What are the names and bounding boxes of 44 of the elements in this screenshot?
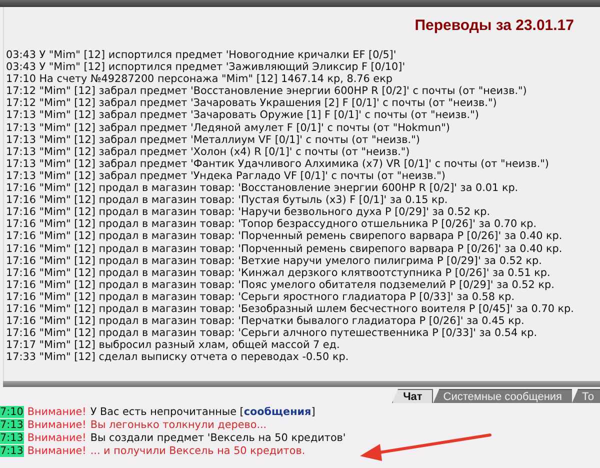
log-line: 17:16 "Mim" [12] продал в магазин товар: 'Пояс умелого обитателя подземелий P [0/29]' за 0.52 кр. [6,278,556,291]
log-line: 03:43 У "Mim" [12] испортился предмет 'Новогодние кричалки EF [0/5]' [6,49,398,62]
log-line: 17:13 "Mim" [12] забрал предмет 'Зачаровать Оружие [1] F [0/1]' с почты (от "неизв.") [6,109,480,122]
log-line: 17:16 "Mim" [12] продал в магазин товар: 'Порченный ремень свирепого варвара P [0/26]' за 0.40 кр. [6,230,564,242]
log-line: 17:10 На счету №49287200 персонажа "Mim" [12] 1467.14 кр, 8.76 екр [6,73,394,86]
log-line: 17:16 "Mim" [12] продал в магазин товар: 'Восстановление энергии 600HP R [0/2]' за 0.01 кр. [6,182,520,194]
timestamp: 7:13 [0,419,24,431]
log-line: 17:16 "Mim" [12] продал в магазин товар: 'Серьги яростного гладиатора P [0/33]' за 0.58 кр. [6,290,516,303]
message-text: ... и получили Вексель на 50 кредитов. [90,445,306,457]
chat-tab[interactable]: Системные сообщения [433,389,572,403]
chat-tab[interactable]: Чат [392,389,434,403]
log-line: 17:16 "Mim" [12] продал в магазин товар: 'Перчатки бывалого гладиатора P [0/26]' за 0.45 кр. [6,315,526,328]
message-text: У Вас есть непрочитанные [ [90,406,244,418]
log-line: 17:16 "Mim" [12] продал в магазин товар: 'Порченный ремень свирепого варвара P [0/26]' за 0.40 кр. [6,242,564,255]
log-line: 17:12 "Mim" [12] забрал предмет 'Зачаровать Украшения [2] F [0/1]' с почты (от "неизв.") [6,97,498,110]
log-line: 17:16 "Mim" [12] продал в магазин товар: 'Серьги алчного путешественника P [0/33]' за 0.54 кр. [6,327,538,340]
message-text: ] [311,406,316,418]
timestamp: 7:13 [0,432,24,444]
log-line: 17:17 "Mim" [12] выбросил разный хлам, общей массой 7 ед. [6,339,341,352]
log-line: 17:13 "Mim" [12] забрал предмет 'Холон (x4) R [0/1]' с почты (от "неизв.") [6,146,411,158]
message-text: Вы создали предмет 'Вексель на 50 кредитов' [90,432,346,444]
chat-tab[interactable]: То [572,389,600,403]
report-title: Переводы за 23.01.17 [414,17,575,36]
log-line: 17:16 "Mim" [12] продал в магазин товар: 'Ветхие наручи умелого пилигрима P [0/29]' за 0.52 кр. [6,254,543,267]
log-line: 03:43 У "Mim" [12] испортился предмет 'Заживляющий Эликсир F [0/10]' [6,61,406,74]
warning-label: Внимание! [27,432,86,444]
log-line: 17:16 "Mim" [12] продал в магазин товар: 'Наручи безвольного духа P [0/29]' за 0.52 кр. [6,206,492,218]
timestamp: 7:10 [0,406,24,418]
message-text: Вы легонько толкнули дерево... [90,419,267,431]
messages-link[interactable]: сообщения [244,406,312,418]
warning-label: Внимание! [27,445,86,457]
log-line: 17:13 "Mim" [12] забрал предмет 'Фантик Удачливого Алхимика (x7) VR [0/1]' с почты (от "неизв.") [6,158,550,170]
timestamp: 7:13 [0,445,24,457]
log-line: 17:13 "Mim" [12] забрал предмет 'Ундека Рагладо VF [0/1]' с почты (от "неизв.") [6,170,446,182]
log-line: 17:16 "Mim" [12] продал в магазин товар: 'Безобразный шлем бесчестного воителя P [0/45]' за 0.70 кр. [6,302,575,316]
warning-label: Внимание! [27,419,86,431]
log-line: 17:16 "Mim" [12] продал в магазин товар: 'Кинжал дерзкого клятвоотступника P [0/26]' за 0.51 кр. [6,266,552,279]
log-line: 17:16 "Mim" [12] продал в магазин товар: 'Пустая бутыль (x3) F [0/1]' за 0.15 кр. [6,194,449,206]
warning-label: Внимание! [27,406,86,418]
log-line: 17:33 "Mim" [12] сделал выписку отчета о переводах -0.50 кр. [6,351,350,364]
log-line: 17:12 "Mim" [12] забрал предмет 'Восстановление энергии 600HP R [0/2]' с почты (от "неизв.") [6,85,528,98]
log-line: 17:13 "Mim" [12] забрал предмет 'Металлиум VF [0/1]' с почты (от "неизв.") [6,134,421,146]
log-line: 17:13 "Mim" [12] забрал предмет 'Ледяной амулет F [0/1]' с почты (от "Hokmun") [6,122,451,134]
log-line: 17:16 "Mim" [12] продал в магазин товар: 'Топор безрассудного отшельника P [0/26]' за 0.70 кр. [6,218,538,230]
